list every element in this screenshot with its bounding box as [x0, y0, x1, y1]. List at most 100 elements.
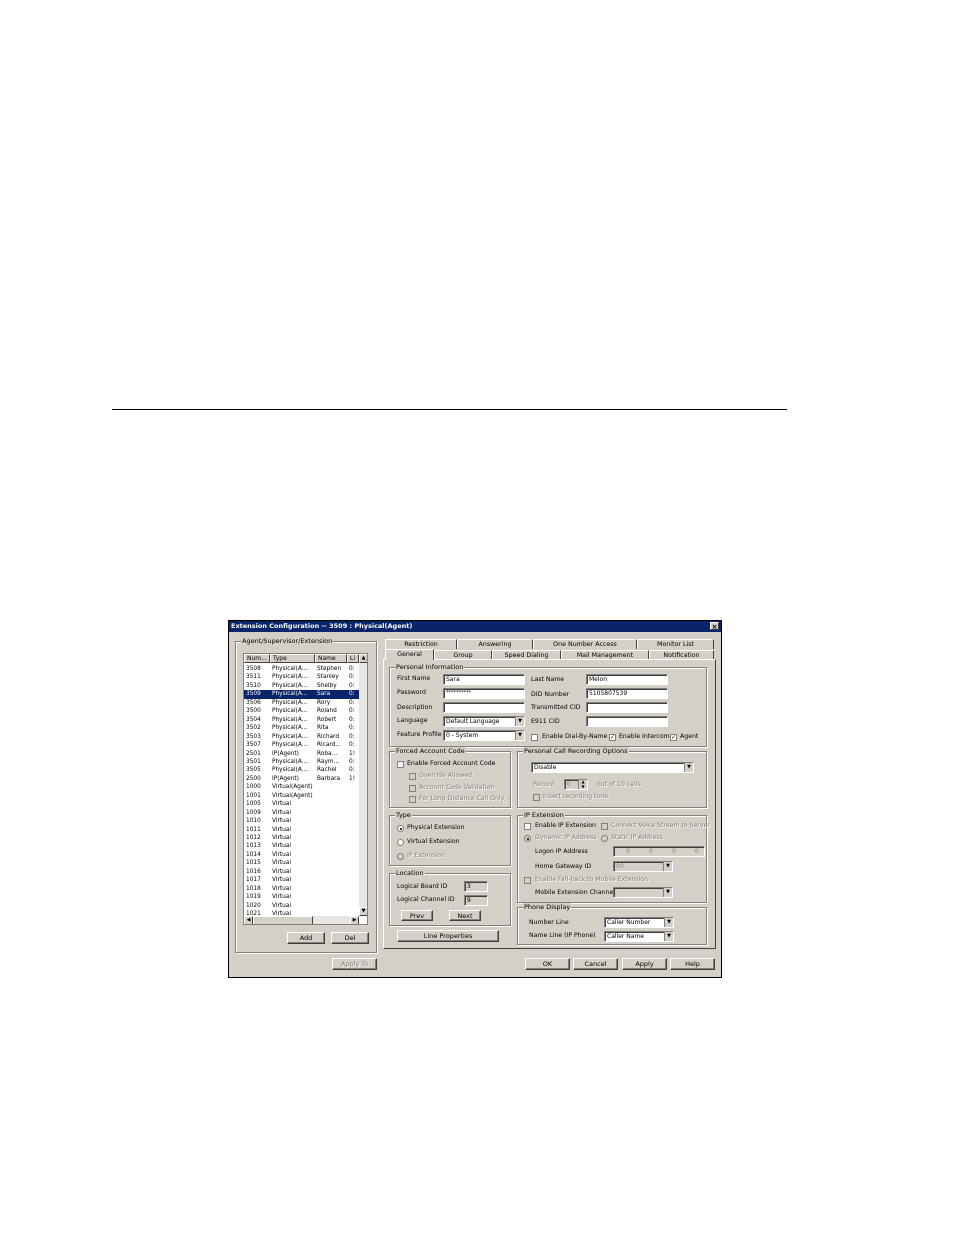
table-row[interactable]: 3502 Physical(A... Rita 0: — [244, 724, 359, 732]
override-allowed-checkbox[interactable] — [409, 773, 416, 780]
chevron-down-icon[interactable]: ▼ — [663, 862, 672, 871]
tab-monitor-list[interactable]: Monitor List — [637, 639, 714, 649]
table-row[interactable]: 3510 Physical(A... Shelby 0: — [244, 682, 359, 690]
chevron-down-icon[interactable]: ▼ — [515, 731, 524, 740]
line-properties-button[interactable]: Line Properties — [397, 930, 499, 942]
table-row[interactable]: 1005 Virtual — [244, 800, 359, 808]
column-header-li[interactable]: Li — [347, 654, 359, 663]
table-row[interactable]: 3501 Physical(A... Raym... 0: — [244, 758, 359, 766]
enable-ip-extension-checkbox[interactable] — [524, 823, 531, 830]
table-row[interactable]: 1001 Virtual(Agent) — [244, 792, 359, 800]
static-ip-radio[interactable] — [601, 835, 608, 842]
e911-cid-field[interactable] — [586, 716, 668, 727]
horizontal-scrollbar[interactable]: ◀ ▶ — [244, 916, 359, 924]
scroll-down-icon[interactable]: ▼ — [359, 907, 367, 916]
chevron-down-icon[interactable]: ▼ — [684, 763, 693, 772]
long-distance-only-checkbox[interactable] — [409, 796, 416, 803]
last-name-field[interactable]: Melon — [586, 674, 668, 685]
table-row[interactable]: 1010 Virtual — [244, 817, 359, 825]
extension-list[interactable]: Num... Type Name Li 3508 Physical(A... Ste… — [243, 653, 368, 925]
record-stepper[interactable]: 0 ▲ ▼ — [564, 779, 588, 790]
close-icon[interactable]: × — [710, 622, 719, 631]
language-select[interactable]: Default Language ▼ — [443, 716, 525, 727]
scroll-left-icon[interactable]: ◀ — [244, 916, 253, 924]
chevron-down-icon[interactable]: ▼ — [664, 918, 673, 927]
table-row[interactable]: 1011 Virtual — [244, 826, 359, 834]
enable-forced-account-code-checkbox[interactable] — [397, 761, 404, 768]
agent-checkbox[interactable]: ✓ — [670, 734, 677, 741]
table-row[interactable]: 1016 Virtual — [244, 868, 359, 876]
ok-button[interactable]: OK — [525, 958, 570, 970]
cell-num: 3507 — [246, 742, 261, 749]
logical-board-field[interactable]: 3 — [464, 881, 488, 892]
ip-extension-radio[interactable] — [397, 853, 404, 860]
logon-ip-field[interactable]: 0 0 0 0 — [613, 846, 705, 857]
table-row[interactable]: 2501 IP(Agent) Roba... 1! — [244, 750, 359, 758]
add-button[interactable]: Add — [287, 932, 325, 944]
table-row[interactable]: 1000 Virtual(Agent) — [244, 783, 359, 791]
chevron-down-icon[interactable]: ▼ — [663, 888, 672, 897]
stepper-arrows-icon[interactable]: ▲ ▼ — [578, 780, 587, 789]
table-row[interactable]: 3500 Physical(A... Roland 0: — [244, 707, 359, 715]
table-row[interactable]: 1015 Virtual — [244, 859, 359, 867]
del-button[interactable]: Del — [331, 932, 369, 944]
vertical-scrollbar[interactable]: ▲ ▼ — [359, 654, 367, 916]
feature-profile-select[interactable]: 0 - System ▼ — [443, 730, 525, 741]
chevron-down-icon[interactable]: ▼ — [515, 717, 524, 726]
account-code-validation-checkbox[interactable] — [409, 785, 416, 792]
prev-button[interactable]: Prev — [401, 910, 433, 921]
home-gateway-select[interactable]: 00 ▼ — [613, 861, 673, 872]
table-row[interactable]: 2500 IP(Agent) Barbara 1! — [244, 775, 359, 783]
table-row[interactable]: 1019 Virtual — [244, 893, 359, 901]
table-row[interactable]: 1014 Virtual — [244, 851, 359, 859]
connect-voice-stream-checkbox[interactable] — [601, 823, 608, 830]
table-row[interactable]: 3505 Physical(A... Rachel 0: — [244, 766, 359, 774]
tab-one-number-access[interactable]: One Number Access — [533, 639, 637, 649]
apply-button[interactable]: Apply — [622, 958, 667, 970]
cancel-button[interactable]: Cancel — [573, 958, 618, 970]
next-button[interactable]: Next — [449, 910, 481, 921]
table-row[interactable]: 1020 Virtual — [244, 902, 359, 910]
table-row[interactable]: 1018 Virtual — [244, 885, 359, 893]
table-row[interactable]: 3511 Physical(A... Stanley 0: — [244, 673, 359, 681]
logical-channel-field[interactable]: 9 — [464, 895, 488, 906]
table-row[interactable]: 1012 Virtual — [244, 834, 359, 842]
mobile-channel-select[interactable]: ▼ — [613, 887, 673, 898]
description-field[interactable] — [443, 702, 525, 713]
table-row[interactable]: 3506 Physical(A... Rory 0: — [244, 699, 359, 707]
column-header-num[interactable]: Num... — [244, 654, 270, 663]
did-number-field[interactable]: 5105807539 — [586, 688, 668, 699]
enable-intercom-checkbox[interactable]: ✓ — [609, 734, 616, 741]
apply-to-button[interactable]: Apply To — [332, 958, 377, 970]
tab-answering[interactable]: Answering — [457, 639, 533, 649]
recording-mode-select[interactable]: Disable ▼ — [531, 762, 694, 773]
scroll-right-icon[interactable]: ▶ — [350, 916, 359, 924]
enable-fallback-checkbox[interactable] — [524, 877, 531, 884]
table-row[interactable]: 3507 Physical(A... Ricard... 0: — [244, 741, 359, 749]
scroll-thumb[interactable] — [253, 916, 313, 924]
table-row[interactable]: 3503 Physical(A... Richard 0: — [244, 733, 359, 741]
dynamic-ip-radio[interactable] — [524, 835, 531, 842]
table-row[interactable]: 1009 Virtual — [244, 809, 359, 817]
transmitted-cid-field[interactable] — [586, 702, 668, 713]
number-line-select[interactable]: Caller Number ▼ — [604, 917, 674, 928]
table-row[interactable]: 3504 Physical(A... Robert 0: — [244, 716, 359, 724]
table-row[interactable]: 3509 Physical(A... Sara 0: — [244, 690, 359, 699]
name-line-select[interactable]: Caller Name ▼ — [604, 931, 674, 942]
table-row[interactable]: 3508 Physical(A... Stephen 0: — [244, 665, 359, 673]
table-row[interactable]: 1017 Virtual — [244, 876, 359, 884]
enable-dial-by-name-checkbox[interactable] — [531, 734, 538, 741]
first-name-field[interactable]: Sara — [443, 674, 525, 685]
password-field[interactable]: ********** — [443, 688, 525, 699]
chevron-down-icon[interactable]: ▼ — [664, 932, 673, 941]
tab-general[interactable]: General — [385, 649, 434, 660]
tab-restriction[interactable]: Restriction — [385, 639, 457, 649]
help-button[interactable]: Help — [670, 958, 715, 970]
table-row[interactable]: 1013 Virtual — [244, 842, 359, 850]
column-header-name[interactable]: Name — [315, 654, 347, 663]
virtual-extension-radio[interactable] — [397, 839, 404, 846]
column-header-type[interactable]: Type — [270, 654, 315, 663]
scroll-up-icon[interactable]: ▲ — [359, 654, 367, 663]
insert-recording-tone-checkbox[interactable] — [533, 794, 540, 801]
physical-extension-radio[interactable] — [397, 825, 404, 832]
